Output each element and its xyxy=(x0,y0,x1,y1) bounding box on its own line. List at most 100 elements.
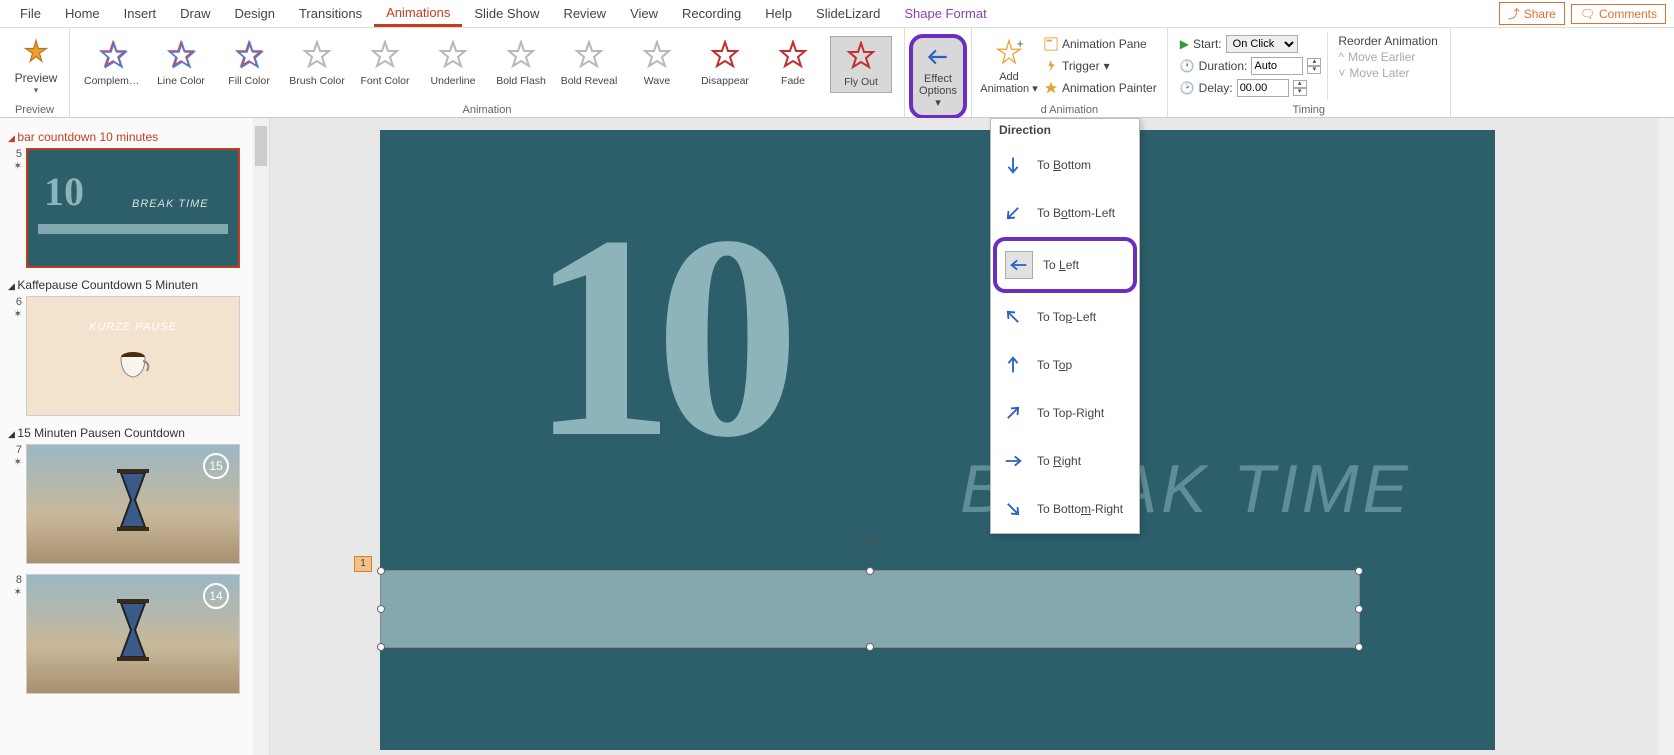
share-icon: ⤴ xyxy=(1508,5,1520,22)
canvas-scrollbar[interactable] xyxy=(1658,118,1674,755)
animation-gallery[interactable]: Compleme...Line ColorFill ColorBrush Col… xyxy=(76,32,898,97)
preview-button[interactable]: Preview ▾ xyxy=(6,32,66,96)
move-later-button[interactable]: ˅Move Later xyxy=(1338,66,1437,80)
section-2[interactable]: Kaffepause Countdown 5 Minuten xyxy=(8,278,261,292)
gallery-boldreveal[interactable]: Bold Reveal xyxy=(558,36,620,93)
direction-to-top-left[interactable]: To Top-Left xyxy=(991,293,1139,341)
direction-to-bottom-right[interactable]: To Bottom-Right xyxy=(991,485,1139,533)
gallery-boldflash[interactable]: Bold Flash xyxy=(490,36,552,93)
hourglass-icon xyxy=(113,465,153,535)
delay-spinner[interactable]: ▴▾ xyxy=(1293,80,1307,96)
slide-number: 6✶ xyxy=(8,296,22,416)
arrow-icon xyxy=(999,399,1027,427)
gallery-linecolor[interactable]: Line Color xyxy=(150,36,212,93)
direction-menu: Direction To BottomTo Bottom-LeftTo Left… xyxy=(990,118,1140,534)
move-earlier-button[interactable]: ^Move Earlier xyxy=(1338,50,1437,64)
start-select[interactable]: On Click xyxy=(1226,35,1298,53)
tab-transitions[interactable]: Transitions xyxy=(287,2,374,25)
group-advanced: + AddAnimation ▾ Animation Pane Trigger … xyxy=(971,28,1168,117)
group-preview: Preview ▾ Preview xyxy=(0,28,70,117)
slide-number: 5✶ xyxy=(8,148,22,268)
animation-painter-button[interactable]: Animation Painter xyxy=(1044,78,1157,98)
gallery-fillcolor[interactable]: Fill Color xyxy=(218,36,280,93)
duration-icon: 🕐 xyxy=(1180,59,1195,73)
tab-file[interactable]: File xyxy=(8,2,53,25)
gallery-brushcolor[interactable]: Brush Color xyxy=(286,36,348,93)
effect-options-wrap: EffectOptions ▾ xyxy=(905,28,971,117)
tab-help[interactable]: Help xyxy=(753,2,804,25)
workspace: bar countdown 10 minutes 5✶ 10 BREAK TIM… xyxy=(0,118,1674,755)
rotate-handle[interactable] xyxy=(861,537,879,555)
tab-draw[interactable]: Draw xyxy=(168,2,222,25)
tab-recording[interactable]: Recording xyxy=(670,2,753,25)
slide-number: 7✶ xyxy=(8,444,22,564)
tab-design[interactable]: Design xyxy=(223,2,287,25)
gallery-fade[interactable]: Fade xyxy=(762,36,824,93)
effect-options-button[interactable]: EffectOptions ▾ xyxy=(909,34,967,119)
slide-thumb-6[interactable]: KURZE PAUSE xyxy=(26,296,240,416)
group-label-animation: Animation xyxy=(70,104,904,116)
selected-shape[interactable] xyxy=(380,570,1360,648)
start-icon: ▶ xyxy=(1180,37,1189,51)
group-label-preview: Preview xyxy=(0,104,69,116)
arrow-icon xyxy=(999,151,1027,179)
section-3[interactable]: 15 Minuten Pausen Countdown xyxy=(8,426,261,440)
tab-insert[interactable]: Insert xyxy=(112,2,169,25)
gallery-underline[interactable]: Underline xyxy=(422,36,484,93)
duration-input[interactable] xyxy=(1251,57,1303,75)
animation-tag[interactable]: 1 xyxy=(354,556,372,572)
slide-thumb-5[interactable]: 10 BREAK TIME xyxy=(26,148,240,268)
slide-number: 8✶ xyxy=(8,574,22,694)
start-label: Start: xyxy=(1193,37,1222,51)
group-animation: Compleme...Line ColorFill ColorBrush Col… xyxy=(70,28,905,117)
panel-scrollbar[interactable] xyxy=(253,118,269,755)
duration-spinner[interactable]: ▴▾ xyxy=(1307,58,1321,74)
arrow-icon xyxy=(999,199,1027,227)
ribbon-tabs: File Home Insert Draw Design Transitions… xyxy=(0,0,1674,28)
gallery-fontcolor[interactable]: Font Color xyxy=(354,36,416,93)
arrow-icon xyxy=(999,303,1027,331)
delay-label: Delay: xyxy=(1199,81,1233,95)
section-1[interactable]: bar countdown 10 minutes xyxy=(8,130,261,144)
tab-animations[interactable]: Animations xyxy=(374,1,462,27)
arrow-icon xyxy=(999,351,1027,379)
add-animation-button[interactable]: + AddAnimation ▾ xyxy=(978,32,1040,100)
group-timing: ▶Start:On Click 🕐Duration:▴▾ 🕑Delay:▴▾ R… xyxy=(1168,28,1451,117)
tab-slidelizard[interactable]: SlideLizard xyxy=(804,2,892,25)
delay-icon: 🕑 xyxy=(1180,81,1195,95)
tab-slideshow[interactable]: Slide Show xyxy=(462,2,551,25)
arrow-icon xyxy=(999,495,1027,523)
slide-canvas[interactable]: 10 BREAK TIME 1 Direction To BottomTo Bo… xyxy=(270,118,1674,755)
direction-to-left[interactable]: To Left xyxy=(993,237,1137,293)
comments-icon: 🗨 xyxy=(1580,7,1595,21)
trigger-button[interactable]: Trigger ▾ xyxy=(1044,56,1157,76)
tab-shape-format[interactable]: Shape Format xyxy=(892,2,998,25)
slide-thumb-8[interactable]: 14 xyxy=(26,574,240,694)
tab-review[interactable]: Review xyxy=(551,2,618,25)
direction-to-bottom[interactable]: To Bottom xyxy=(991,141,1139,189)
delay-input[interactable] xyxy=(1237,79,1289,97)
tab-home[interactable]: Home xyxy=(53,2,112,25)
animation-pane-button[interactable]: Animation Pane xyxy=(1044,34,1157,54)
hourglass-icon xyxy=(113,595,153,665)
gallery-wave[interactable]: Wave xyxy=(626,36,688,93)
gallery-flyout[interactable]: Fly Out xyxy=(830,36,892,93)
ribbon: Preview ▾ Preview Compleme...Line ColorF… xyxy=(0,28,1674,118)
arrow-icon xyxy=(1005,251,1033,279)
coffee-cup-icon xyxy=(113,345,153,385)
svg-text:+: + xyxy=(1017,38,1024,51)
gallery-compleme[interactable]: Compleme... xyxy=(82,36,144,93)
slide-thumb-7[interactable]: 15 xyxy=(26,444,240,564)
gallery-disappear[interactable]: Disappear xyxy=(694,36,756,93)
adv-cmds: Animation Pane Trigger ▾ Animation Paint… xyxy=(1040,32,1161,100)
comments-button[interactable]: 🗨Comments xyxy=(1571,4,1666,24)
tab-view[interactable]: View xyxy=(618,2,670,25)
direction-to-right[interactable]: To Right xyxy=(991,437,1139,485)
direction-to-top-right[interactable]: To Top-Right xyxy=(991,389,1139,437)
slide-panel[interactable]: bar countdown 10 minutes 5✶ 10 BREAK TIM… xyxy=(0,118,270,755)
direction-header: Direction xyxy=(991,119,1139,141)
group-label-advanced: d Animation xyxy=(972,104,1167,116)
direction-to-bottom-left[interactable]: To Bottom-Left xyxy=(991,189,1139,237)
direction-to-top[interactable]: To Top xyxy=(991,341,1139,389)
share-button[interactable]: ⤴Share xyxy=(1499,2,1565,25)
